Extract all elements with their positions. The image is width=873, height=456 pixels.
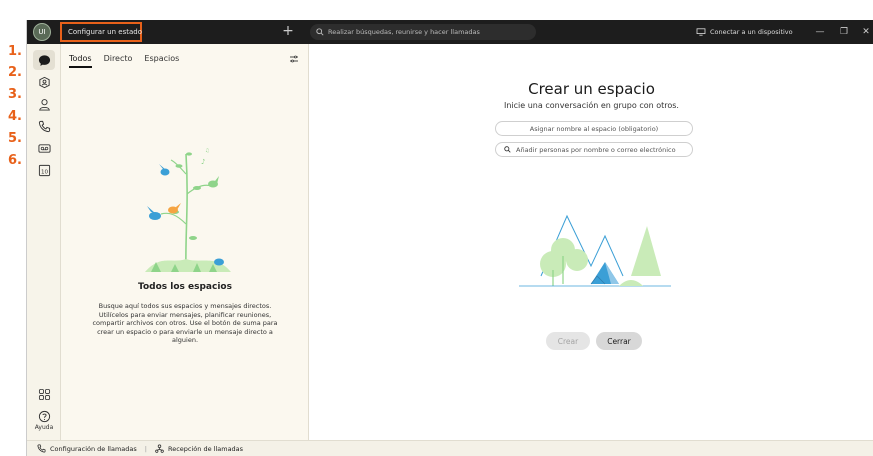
close-window-button[interactable]: ✕	[859, 24, 873, 40]
svg-text:♫: ♫	[205, 148, 209, 154]
page-title: Crear un espacio	[528, 80, 655, 98]
create-button[interactable]: Crear	[546, 332, 590, 350]
calendar-day: 10	[40, 169, 48, 175]
call-settings-icon	[37, 444, 46, 453]
teams-icon	[38, 76, 50, 88]
tab-espacios[interactable]: Espacios	[144, 54, 179, 68]
voicemail-icon	[37, 143, 51, 153]
rail-item-calls[interactable]	[33, 116, 55, 136]
add-people-field[interactable]: Añadir personas por nombre o correo elec…	[495, 142, 693, 157]
app-window: UI Configurar un estado + Realizar búsqu…	[26, 20, 873, 456]
avatar[interactable]: UI	[33, 23, 51, 41]
help-label: Ayuda	[34, 424, 54, 431]
new-space-plus-button[interactable]: +	[280, 23, 296, 39]
tab-directo[interactable]: Directo	[104, 54, 133, 68]
search-placeholder: Realizar búsquedas, reunirse y hacer lla…	[328, 28, 480, 36]
create-space-pane: Crear un espacio Inicie una conversación…	[309, 44, 873, 440]
call-settings-link[interactable]: Configuración de llamadas	[50, 445, 137, 453]
phone-icon	[38, 120, 50, 132]
rail-item-voicemail[interactable]	[33, 138, 55, 158]
search-input[interactable]: Realizar búsquedas, reunirse y hacer lla…	[310, 24, 536, 40]
avatar-initials: UI	[38, 28, 46, 36]
empty-state-title: Todos los espacios	[138, 282, 232, 292]
connect-device-label: Conectar a un dispositivo	[710, 28, 793, 36]
call-pickup-icon	[155, 444, 164, 453]
messaging-icon	[38, 54, 50, 66]
annotation-margin: 1. 2. 3. 4. 5. 6.	[0, 0, 26, 456]
contacts-icon	[38, 98, 50, 111]
birds-plant-illustration: ♪ ♫	[145, 148, 231, 273]
rail-item-help[interactable]	[33, 408, 55, 424]
rail-item-messaging[interactable]	[33, 50, 55, 70]
call-pickup-link[interactable]: Recepción de llamadas	[168, 445, 243, 453]
separator: |	[144, 444, 147, 453]
camping-illustration	[519, 214, 671, 287]
bird-icon	[147, 206, 161, 220]
title-bar: UI Configurar un estado + Realizar búsqu…	[27, 20, 873, 44]
calendar-icon: 10	[38, 164, 50, 176]
space-name-placeholder: Asignar nombre al espacio (obligatorio)	[529, 124, 659, 133]
tab-todos[interactable]: Todos	[69, 54, 92, 68]
annotation-6: 6.	[8, 153, 22, 168]
search-icon	[316, 28, 324, 36]
annotation-1: 1.	[8, 44, 22, 59]
rail-item-teams[interactable]	[33, 72, 55, 92]
rail-item-contacts[interactable]	[33, 94, 55, 114]
space-name-field[interactable]: Asignar nombre al espacio (obligatorio)	[495, 121, 693, 136]
rail-item-calendar[interactable]: 10	[33, 160, 55, 180]
filter-tabs: Todos Directo Espacios	[69, 54, 179, 68]
spaces-list-panel: Todos Directo Espacios ♪ ♫ Todos los esp…	[61, 44, 309, 440]
rail-item-apps[interactable]	[33, 384, 55, 404]
close-button[interactable]: Cerrar	[596, 332, 642, 350]
calling-status-bar: Configuración de llamadas | Recepción de…	[27, 440, 873, 456]
annotation-3: 3.	[8, 87, 22, 102]
device-icon	[696, 28, 706, 36]
apps-grid-icon	[38, 388, 50, 400]
minimize-button[interactable]: —	[813, 24, 827, 40]
navigation-rail: 10 Ayuda	[27, 44, 61, 440]
help-icon	[38, 410, 50, 422]
set-status-button[interactable]: Configurar un estado	[60, 22, 142, 42]
add-people-placeholder: Añadir personas por nombre o correo elec…	[516, 145, 676, 154]
annotation-5: 5.	[8, 131, 22, 146]
annotation-4: 4.	[8, 109, 22, 124]
empty-state-description: Busque aquí todos sus espacios y mensaje…	[92, 302, 278, 344]
svg-text:♪: ♪	[201, 158, 205, 166]
set-status-label: Configurar un estado	[68, 28, 142, 36]
filter-icon[interactable]	[289, 54, 299, 64]
search-icon	[504, 146, 511, 153]
maximize-button[interactable]: ❐	[837, 24, 851, 40]
connect-device-button[interactable]: Conectar a un dispositivo	[696, 24, 793, 40]
annotation-2: 2.	[8, 65, 22, 80]
page-subtitle: Inicie una conversación en grupo con otr…	[504, 101, 679, 110]
